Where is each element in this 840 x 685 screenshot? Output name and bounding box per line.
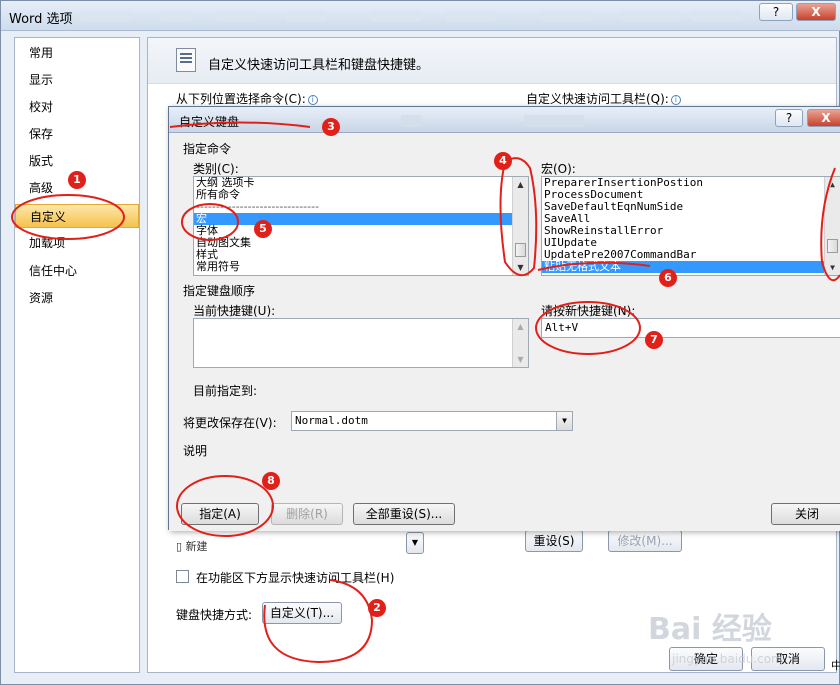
list-separator: ------------------------------- bbox=[196, 200, 320, 213]
watermark-url: jingyan.baidu.com bbox=[672, 652, 783, 666]
annotation-badge-5: 5 bbox=[254, 220, 272, 238]
list-item[interactable]: 样式 bbox=[194, 249, 528, 261]
help-button[interactable]: ? bbox=[759, 3, 793, 21]
window-close-button[interactable]: X bbox=[796, 3, 836, 21]
annotation-badge-3: 3 bbox=[322, 118, 340, 136]
titlebar-ghost-tab bbox=[541, 10, 591, 22]
scroll-up-icon[interactable]: ▲ bbox=[513, 319, 528, 334]
nav-item-display[interactable]: 显示 bbox=[15, 68, 139, 92]
qat-dropdown-arrow[interactable]: ▼ bbox=[406, 532, 424, 554]
list-item[interactable]: 常用符号 bbox=[194, 261, 528, 273]
titlebar-ghost-tab bbox=[216, 10, 256, 22]
options-nav: 常用 显示 校对 保存 版式 高级 自定义 加载项 信任中心 资源 bbox=[14, 37, 140, 673]
description-label: 说明 bbox=[183, 444, 208, 458]
save-changes-value: Normal.dotm bbox=[295, 414, 368, 427]
current-keys-label: 当前快捷键(U): bbox=[193, 304, 276, 318]
corner-label: 中 bbox=[831, 659, 840, 672]
save-changes-label: 将更改保存在(V): bbox=[183, 416, 277, 430]
scroll-thumb[interactable] bbox=[827, 239, 838, 253]
keyboard-shortcuts-label: 键盘快捷方式: bbox=[176, 608, 253, 622]
scroll-down-icon[interactable]: ▼ bbox=[825, 260, 840, 275]
annotation-badge-6: 6 bbox=[659, 269, 677, 287]
macros-label: 宏(O): bbox=[541, 162, 576, 176]
new-shortcut-input[interactable]: Alt+V bbox=[541, 318, 840, 338]
scroll-up-icon[interactable]: ▲ bbox=[825, 177, 840, 192]
chevron-down-icon[interactable]: ▼ bbox=[556, 412, 572, 430]
dialog-titlebar: 自定义键盘 ? X bbox=[169, 107, 840, 133]
scroll-down-icon[interactable]: ▼ bbox=[513, 260, 528, 275]
titlebar-ghost-tab bbox=[371, 10, 421, 22]
titlebar-ghost-tab bbox=[81, 10, 131, 22]
scroll-up-icon[interactable]: ▲ bbox=[513, 177, 528, 192]
watermark-logo: Bai 经验 bbox=[648, 612, 772, 647]
new-key-label: 请按新快捷键(N): bbox=[541, 304, 636, 318]
reset-qat-button[interactable]: 重设(S) bbox=[525, 530, 583, 552]
nav-item-trust-center[interactable]: 信任中心 bbox=[15, 259, 139, 283]
annotation-badge-2: 2 bbox=[368, 599, 386, 617]
info-icon: i bbox=[307, 94, 318, 105]
categories-label: 类别(C): bbox=[193, 162, 239, 176]
macros-list[interactable]: PreparerInsertionPostion ProcessDocument… bbox=[541, 176, 840, 276]
customize-qat-label: 自定义快速访问工具栏(Q): i bbox=[526, 90, 681, 107]
titlebar-ghost-tab bbox=[161, 10, 191, 22]
titlebar-ghost-tab bbox=[446, 10, 496, 22]
panel-header: 自定义快速访问工具栏和键盘快捷键。 bbox=[148, 38, 836, 84]
annotation-badge-7: 7 bbox=[645, 331, 663, 349]
nav-item-layout[interactable]: 版式 bbox=[15, 149, 139, 173]
list-item[interactable]: 大纲 选项卡 bbox=[194, 177, 528, 189]
nav-item-proofing[interactable]: 校对 bbox=[15, 95, 139, 119]
dialog-close-x-button[interactable]: X bbox=[807, 109, 840, 127]
list-item[interactable]: 自动图文集 bbox=[194, 237, 528, 249]
currently-assigned-label: 目前指定到: bbox=[193, 384, 258, 398]
reset-all-button[interactable]: 全部重设(S)... bbox=[353, 503, 455, 525]
new-command-item[interactable]: ▯ 新建 bbox=[176, 538, 208, 554]
nav-item-addins[interactable]: 加载项 bbox=[15, 231, 139, 255]
show-below-ribbon-label: 在功能区下方显示快速访问工具栏(H) bbox=[196, 571, 395, 585]
assign-button[interactable]: 指定(A) bbox=[181, 503, 259, 525]
dialog-help-button[interactable]: ? bbox=[775, 109, 803, 127]
annotation-badge-1: 1 bbox=[68, 171, 86, 189]
info-icon: i bbox=[670, 94, 681, 105]
current-keys-scrollbar[interactable]: ▲ ▼ bbox=[512, 319, 528, 367]
nav-item-save[interactable]: 保存 bbox=[15, 122, 139, 146]
nav-item-customize[interactable]: 自定义 bbox=[15, 204, 139, 228]
window-title: Word 选项 bbox=[9, 12, 73, 27]
macros-scrollbar[interactable]: ▲ ▼ bbox=[824, 177, 840, 275]
titlebar-ghost bbox=[401, 115, 421, 127]
nav-item-resources[interactable]: 资源 bbox=[15, 286, 139, 310]
remove-button: 删除(R) bbox=[271, 503, 343, 525]
scroll-down-icon[interactable]: ▼ bbox=[513, 352, 528, 367]
scroll-thumb[interactable] bbox=[515, 243, 526, 257]
categories-list[interactable]: 大纲 选项卡 所有命令 ----------------------------… bbox=[193, 176, 529, 276]
current-keys-list[interactable]: ▲ ▼ bbox=[193, 318, 529, 368]
nav-item-common[interactable]: 常用 bbox=[15, 41, 139, 65]
specify-command-heading: 指定命令 bbox=[183, 142, 232, 156]
modify-button: 修改(M)... bbox=[608, 530, 682, 552]
list-item-selected[interactable]: 宏 bbox=[194, 213, 528, 225]
key-sequence-heading: 指定键盘顺序 bbox=[183, 284, 256, 298]
customize-keyboard-button[interactable]: 自定义(T)... bbox=[262, 602, 342, 624]
annotation-badge-4: 4 bbox=[494, 152, 512, 170]
dialog-close-button[interactable]: 关闭 bbox=[771, 503, 840, 525]
window-titlebar: Word 选项 ? X bbox=[1, 1, 840, 31]
panel-header-text: 自定义快速访问工具栏和键盘快捷键。 bbox=[208, 58, 430, 73]
choose-commands-label: 从下列位置选择命令(C): i bbox=[176, 90, 318, 107]
titlebar-ghost bbox=[524, 115, 584, 127]
titlebar-ghost-tab bbox=[286, 10, 326, 22]
titlebar-ghost-tab bbox=[691, 10, 741, 22]
new-doc-icon: ▯ bbox=[176, 540, 186, 553]
categories-scrollbar[interactable]: ▲ ▼ bbox=[512, 177, 528, 275]
titlebar-ghost-tab bbox=[621, 10, 681, 22]
list-item-selected[interactable]: 粘贴无格式文本 bbox=[542, 261, 840, 273]
save-changes-combo[interactable]: Normal.dotm ▼ bbox=[291, 411, 573, 431]
toolbar-customize-icon bbox=[176, 48, 196, 72]
dialog-title: 自定义键盘 bbox=[179, 115, 240, 129]
annotation-badge-8: 8 bbox=[262, 472, 280, 490]
show-below-ribbon-checkbox[interactable] bbox=[176, 570, 189, 583]
